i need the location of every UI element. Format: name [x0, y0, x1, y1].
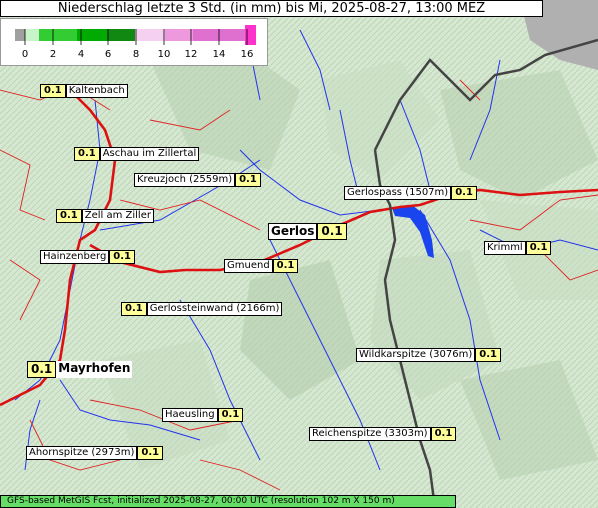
legend-tick: 0: [22, 49, 28, 60]
legend-swatch: [15, 29, 25, 41]
place-name: Hainzenberg: [40, 250, 110, 264]
legend-tick: 12: [185, 49, 198, 60]
place-name: Gerlossteinwand (2166m): [146, 302, 283, 316]
place-label[interactable]: Gerlospass (1507m) 0.1: [344, 186, 477, 200]
precip-value: 0.1: [317, 223, 347, 240]
place-name: Aschau im Zillertal: [99, 147, 200, 161]
legend-tick: 14: [213, 49, 226, 60]
place-name: Haeusling: [162, 408, 218, 422]
place-name: Gmuend: [224, 259, 273, 273]
place-name: Ahornspitze (2973m): [26, 446, 138, 460]
place-label[interactable]: Hainzenberg 0.1: [40, 250, 136, 264]
legend-swatch: [135, 29, 165, 41]
legend-tick: 16: [241, 49, 254, 60]
place-name: Kaltenbach: [65, 84, 128, 98]
precipitation-legend: 0 2 4 6 8 10 12 14 16: [0, 18, 268, 66]
legend-tick: 4: [78, 49, 84, 60]
place-label[interactable]: 0.1 Kaltenbach: [40, 84, 128, 98]
legend-swatch: [77, 29, 107, 41]
forecast-footer: GFS-based MetGIS Fcst, initialized 2025-…: [0, 495, 456, 508]
precip-value: 0.1: [235, 173, 261, 187]
precip-value: 0.1: [430, 427, 457, 441]
precip-value: 0.1: [56, 209, 82, 223]
place-label[interactable]: 0.1 Gerlossteinwand (2166m): [121, 302, 283, 316]
precip-value: 0.1: [109, 250, 136, 264]
precip-value: 0.1: [137, 446, 164, 460]
place-label[interactable]: Wildkarspitze (3076m) 0.1: [356, 348, 501, 362]
place-label[interactable]: 0.1 Mayrhofen: [27, 361, 133, 378]
place-label[interactable]: Gmuend 0.1: [224, 259, 299, 273]
place-name: Wildkarspitze (3076m): [356, 348, 476, 362]
precip-value: 0.1: [40, 84, 66, 98]
place-label[interactable]: Ahornspitze (2973m) 0.1: [26, 446, 164, 460]
precip-value: 0.1: [525, 241, 552, 255]
map-title: Niederschlag letzte 3 Std. (in mm) bis M…: [0, 0, 543, 17]
place-name: Mayrhofen: [56, 361, 133, 378]
place-label[interactable]: Krimml 0.1: [484, 241, 552, 255]
legend-swatch: [39, 29, 77, 41]
place-label[interactable]: Reichenspitze (3303m) 0.1: [309, 427, 457, 441]
place-label[interactable]: 0.1 Aschau im Zillertal: [74, 147, 200, 161]
place-name: Zell am Ziller: [81, 209, 154, 223]
place-label[interactable]: Haeusling 0.1: [162, 408, 244, 422]
legend-swatch: [107, 29, 135, 41]
legend-tick: 2: [50, 49, 56, 60]
legend-colorbar: 0 2 4 6 8 10 12 14 16: [15, 25, 256, 60]
precip-value: 0.1: [272, 259, 299, 273]
place-name: Gerlos: [268, 223, 318, 240]
place-name: Krimml: [484, 241, 526, 255]
place-name: Gerlospass (1507m): [344, 186, 452, 200]
precip-value: 0.1: [451, 186, 477, 200]
precip-value: 0.1: [217, 408, 244, 422]
legend-tick: 8: [133, 49, 139, 60]
legend-swatch: [25, 29, 39, 41]
precip-value: 0.1: [27, 361, 57, 378]
place-label[interactable]: 0.1 Zell am Ziller: [56, 209, 154, 223]
legend-tick: 6: [105, 49, 111, 60]
place-label[interactable]: Kreuzjoch (2559m) 0.1: [134, 173, 261, 187]
place-label[interactable]: Gerlos 0.1: [268, 223, 347, 240]
legend-swatch: [165, 29, 193, 41]
place-name: Kreuzjoch (2559m): [134, 173, 236, 187]
precip-value: 0.1: [475, 348, 501, 362]
precip-value: 0.1: [121, 302, 147, 316]
place-name: Reichenspitze (3303m): [309, 427, 431, 441]
legend-tick: 10: [158, 49, 171, 60]
precip-value: 0.1: [74, 147, 100, 161]
